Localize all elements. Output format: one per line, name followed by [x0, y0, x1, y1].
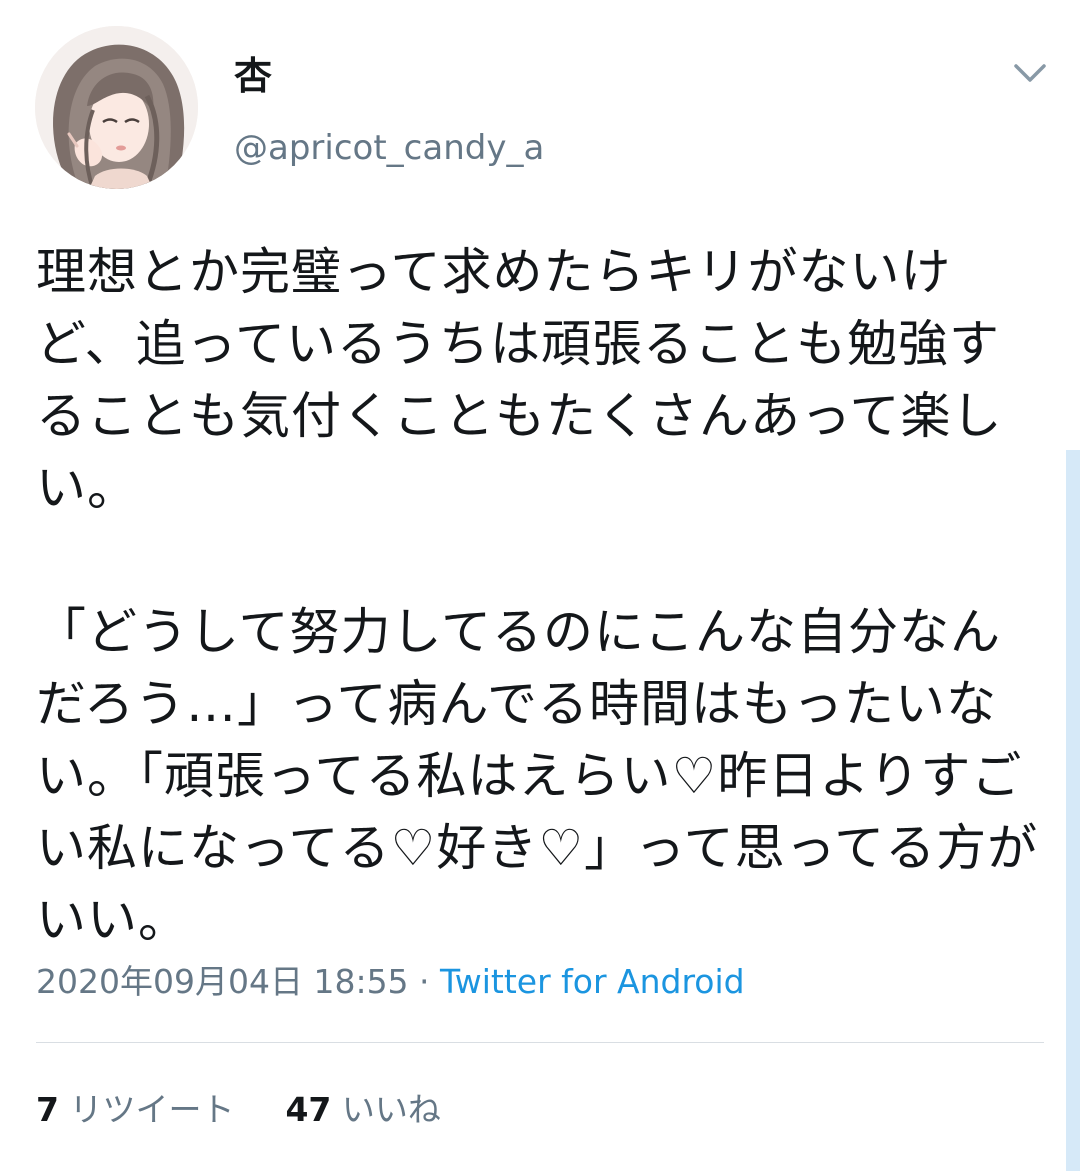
- avatar[interactable]: [35, 26, 198, 189]
- likes-label: いいね: [341, 1090, 441, 1129]
- divider: [36, 1042, 1044, 1043]
- display-name[interactable]: 杏: [234, 54, 272, 98]
- tweet-paragraph: 理想とか完璧って求めたらキリがないけど、追っているうちは頑張ることも勉強すること…: [36, 243, 1003, 517]
- retweets-stat[interactable]: 7 リツイート: [36, 1090, 234, 1130]
- tweet-stats: 7 リツイート 47 いいね: [36, 1090, 441, 1130]
- tweet-text: 理想とか完璧って求めたらキリがないけど、追っているうちは頑張ることも勉強すること…: [36, 236, 1046, 956]
- tweet-timestamp[interactable]: 2020年09月04日 18:55: [36, 962, 409, 1001]
- user-handle[interactable]: @apricot_candy_a: [234, 128, 544, 168]
- tweet-source-link[interactable]: Twitter for Android: [440, 962, 745, 1001]
- chevron-down-icon[interactable]: [1010, 58, 1050, 88]
- scrollbar[interactable]: [1066, 450, 1080, 1171]
- likes-count: 47: [285, 1090, 332, 1129]
- retweets-label: リツイート: [69, 1090, 235, 1129]
- retweets-count: 7: [36, 1090, 59, 1129]
- likes-stat[interactable]: 47 いいね: [285, 1090, 440, 1130]
- avatar-illustration-icon: [35, 26, 198, 189]
- tweet-paragraph: 「どうして努力してるのにこんな自分なんだろう…」って病んでる時間はもったいない。…: [36, 603, 1039, 949]
- tweet-meta: 2020年09月04日 18:55 · Twitter for Android: [36, 962, 745, 1002]
- meta-separator: ·: [408, 962, 441, 1001]
- tweet-paragraph-spacer: ​: [36, 524, 1046, 596]
